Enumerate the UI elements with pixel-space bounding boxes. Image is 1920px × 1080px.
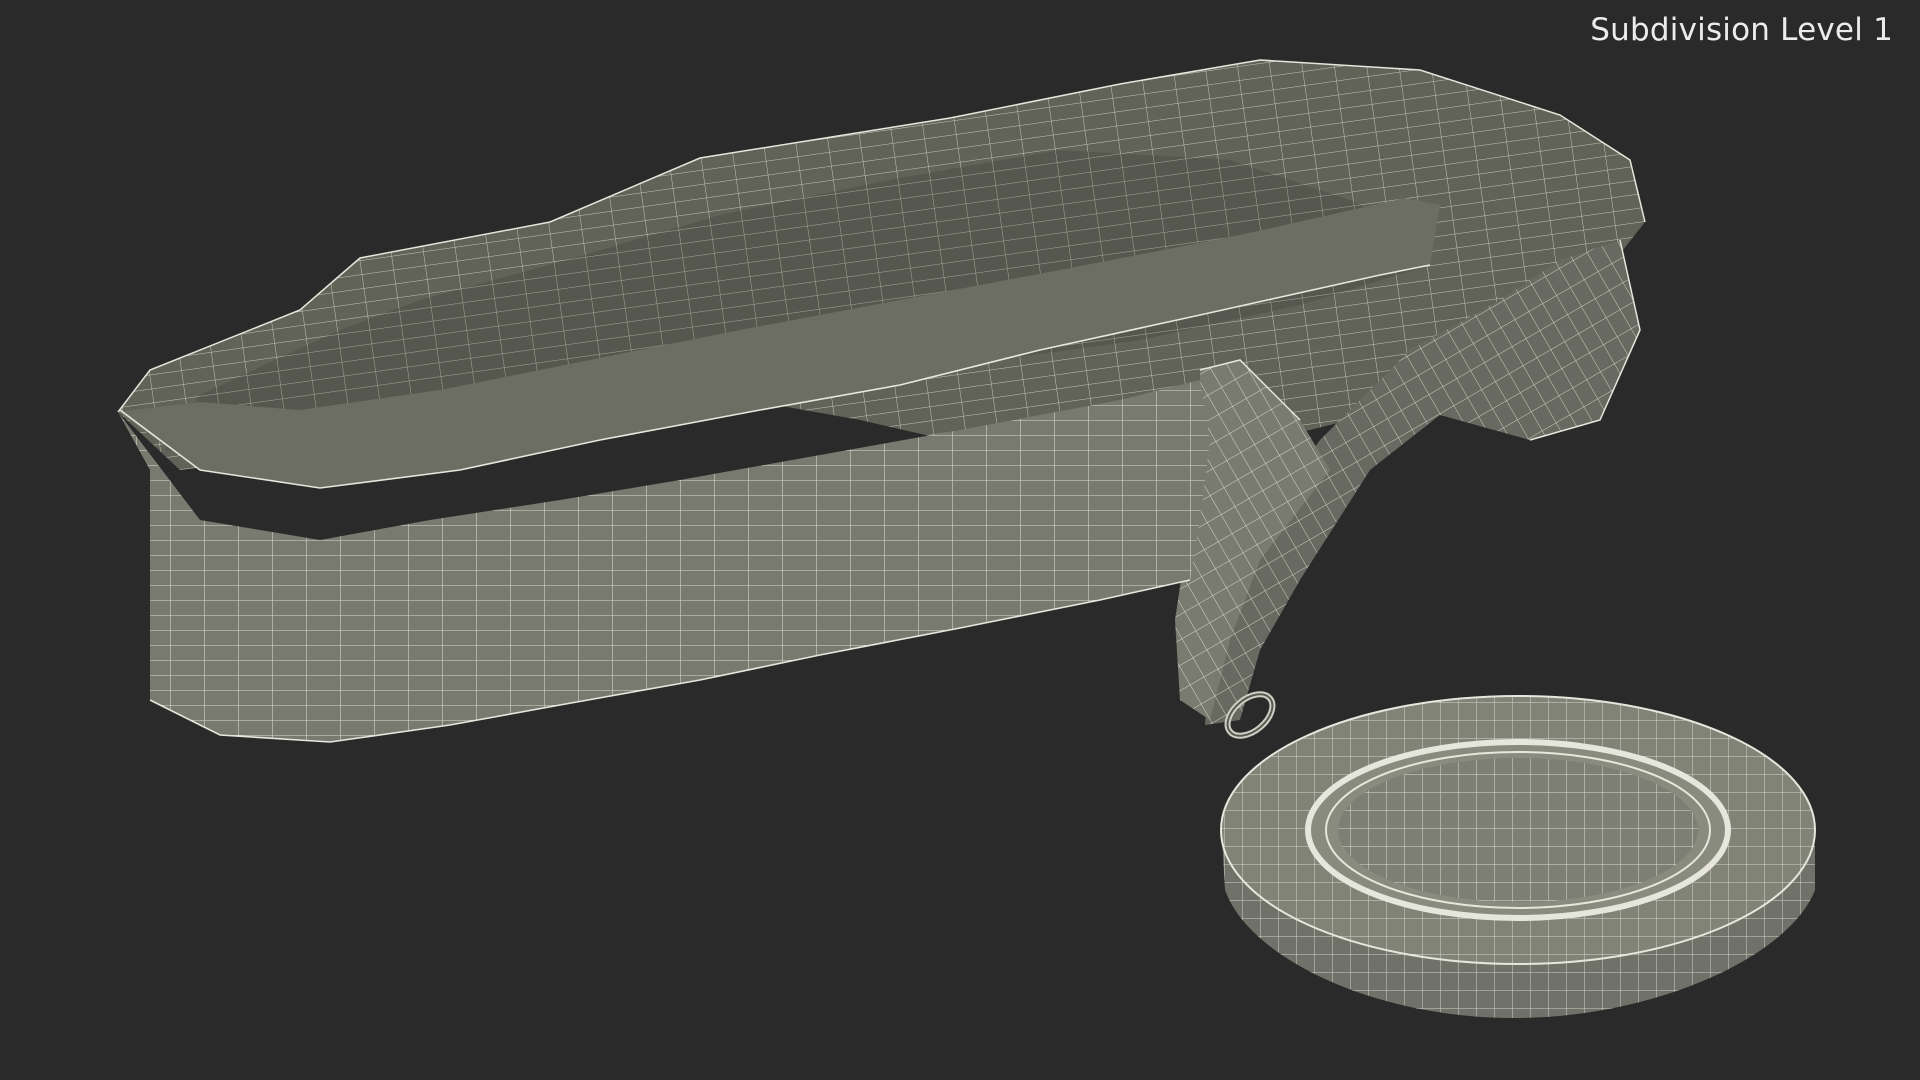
3d-viewport: Subdivision Level 1	[0, 0, 1920, 1080]
wireframe-render	[117, 59, 1816, 1019]
medal	[1220, 695, 1816, 1019]
